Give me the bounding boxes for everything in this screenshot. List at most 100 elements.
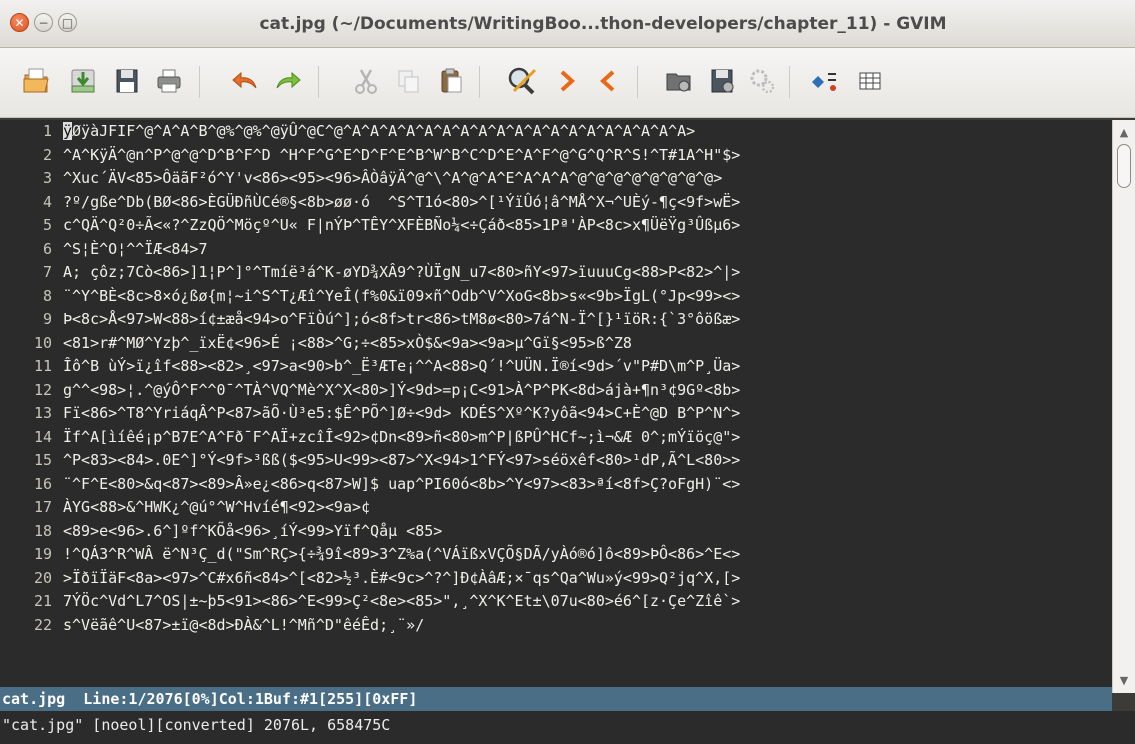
editor-line: 18 <89>e<96>.6^]ºf^KÕå<96>¸íÝ<99>Yïf^Qåµ … xyxy=(0,520,1112,544)
status-line: cat.jpg Line:1/2076[0%]Col:1Buf:#1[255][… xyxy=(0,687,1112,711)
toolbar-separator xyxy=(199,66,200,98)
line-text: ^S¦È^O¦^^ÏÆ<84>7 xyxy=(63,239,208,258)
editor-line: 17 ÀYG<88>&^HWK¿^@ú°^W^Hvíé¶<92><9a>¢ xyxy=(0,496,1112,520)
toolbar-separator xyxy=(789,66,790,98)
scroll-down-arrow-icon[interactable]: ▼ xyxy=(1116,674,1132,688)
toolbar-separator xyxy=(479,66,480,98)
toolbar-separator xyxy=(637,66,638,98)
line-number: 5 xyxy=(42,216,52,234)
save-disk-icon xyxy=(116,69,138,93)
find-previous-button[interactable] xyxy=(591,64,625,98)
load-session-button[interactable] xyxy=(662,64,696,98)
vertical-scrollbar[interactable]: ▲ ▼ xyxy=(1112,120,1135,693)
line-number: 10 xyxy=(33,333,52,352)
editor-line: 1 ÿØÿàJFIF^@^A^A^B^@%^@%^@ÿÛ^@C^@^A^A^A^A… xyxy=(0,120,1112,144)
command-line[interactable]: "cat.jpg" [noeol][converted] 2076L, 6584… xyxy=(0,711,1135,744)
open-file-button[interactable] xyxy=(20,64,54,98)
title-bar: ✕ − □ cat.jpg (~/Documents/WritingBoo...… xyxy=(0,0,1135,48)
save-button[interactable] xyxy=(110,64,144,98)
cut-icon xyxy=(355,69,377,94)
line-text: Ïf^A[ìíêé¡p^B7E^A^Fð¯F^AÏ+zcîÎ<92>¢Dn<89… xyxy=(63,427,741,446)
line-number: 16 xyxy=(33,474,52,493)
line-text: ØÿàJFIF^@^A^A^B^@%^@%^@ÿÛ^@C^@^A^A^A^A^A… xyxy=(72,122,696,140)
line-number: 22 xyxy=(33,615,52,634)
line-number: 14 xyxy=(33,427,52,446)
line-text: g^^<98>¦.^@ýÔ^F^^0¯^TÀ^VQ^Mè^X^X<80>]Ý<9… xyxy=(63,380,741,399)
editor-line: 13 Fï<86>^T8^YriáqÂ^P<87>ãÕ·Ù³e5:$Ê^PÕ^]Ø… xyxy=(0,402,1112,426)
editor-line: 7 A; çôz;7Cò<86>]1¦P^]°^Tmíë³á^K-øYD¾XÂ9^… xyxy=(0,261,1112,285)
undo-icon xyxy=(232,71,257,89)
toolbar-separator xyxy=(318,66,319,98)
line-text: ^P<83><84>.0E^]°Ý<9f>³ßß($<95>U<99><87>^… xyxy=(63,451,741,469)
find-next-button[interactable] xyxy=(550,64,584,98)
save-download-button[interactable] xyxy=(66,64,100,98)
line-number: 4 xyxy=(42,192,52,211)
line-number: 7 xyxy=(42,263,52,281)
scrollbar-thumb[interactable] xyxy=(1117,144,1131,188)
line-text: Þ<8c>Å<97>W<88>í¢±æå<94>o^FïÒú^];ó<8f>tr… xyxy=(63,310,741,328)
line-number: 8 xyxy=(42,286,52,305)
save-session-icon xyxy=(711,69,734,93)
line-number: 11 xyxy=(33,357,52,375)
table-button[interactable] xyxy=(853,64,887,98)
line-text: A; çôz;7Cò<86>]1¦P^]°^Tmíë³á^K-øYD¾XÂ9^?… xyxy=(63,263,741,281)
copy-icon xyxy=(398,70,419,93)
line-number: 2 xyxy=(42,145,52,164)
editor-line: 10 <81>r#^MØ^Yzþ^_ïxË¢<96>É ¡<88>^G;÷<85>… xyxy=(0,332,1112,356)
editor-line: 5 c^QÄ^Q²0÷Ã<«?^ZzQÖ^Möçº^U« F|nÝÞ^TÊY^XF… xyxy=(0,214,1112,238)
find-next-icon xyxy=(560,70,575,92)
editor-line: 21 7ÝÖc^Vd^L7^OS|±~þ5<91><86>^E<99>Ç²<8e>… xyxy=(0,590,1112,614)
editor-line: 14 Ïf^A[ìíêé¡p^B7E^A^Fð¯F^AÏ+zcîÎ<92>¢Dn<… xyxy=(0,426,1112,450)
line-number: 20 xyxy=(33,568,52,587)
line-text: 7ÝÖc^Vd^L7^OS|±~þ5<91><86>^E<99>Ç²<8e><8… xyxy=(63,592,741,610)
line-number: 21 xyxy=(33,592,52,610)
line-text: s^Vëãê^U<87>±ï@<8d>ÐÀ&^L!^Mñ^D"êéÊd;¸¨»/ xyxy=(63,615,425,634)
copy-button[interactable] xyxy=(392,64,426,98)
editor-line: 12 g^^<98>¦.^@ýÔ^F^^0¯^TÀ^VQ^Mè^X^X<80>]Ý… xyxy=(0,379,1112,403)
close-window-button[interactable]: ✕ xyxy=(10,13,29,32)
editor-line: 4 ?º/gße^Db(BØ<86>ÈGÜÐñÙCé®§<8b>øø·ó ^S^T… xyxy=(0,191,1112,215)
cursor: ÿ xyxy=(63,122,73,140)
redo-button[interactable] xyxy=(271,64,305,98)
scroll-up-arrow-icon[interactable]: ▲ xyxy=(1116,126,1132,140)
line-text: ?º/gße^Db(BØ<86>ÈGÜÐñÙCé®§<8b>øø·ó ^S^T1… xyxy=(63,192,741,211)
find-replace-icon xyxy=(508,67,537,95)
line-number: 3 xyxy=(42,169,52,187)
line-number: 13 xyxy=(33,404,52,422)
make-button[interactable] xyxy=(809,64,843,98)
line-text: <89>e<96>.6^]ºf^KÕå<96>¸íÝ<99>Yïf^Qåµ <8… xyxy=(63,521,443,540)
paste-button[interactable] xyxy=(434,64,468,98)
line-number: 17 xyxy=(33,498,52,516)
line-text: ^Xuc´ÄV<85>ÔäãF²ó^Y'v<86><95><96>ÂÒâÿÄ^@… xyxy=(63,169,723,187)
print-button[interactable] xyxy=(152,64,186,98)
line-number: 6 xyxy=(42,239,52,258)
gvim-window: ✕ − □ cat.jpg (~/Documents/WritingBoo...… xyxy=(0,0,1135,744)
undo-button[interactable] xyxy=(228,64,262,98)
line-text: ¨^Y^BÈ<8c>8×ó¿ßø{m¦~i^S^T¿Æî^YeÎ(f%0&ï09… xyxy=(63,286,741,305)
editor-line: 19 !^QÁ3^R^WÂ ë^N³Ç_d("Sm^RÇ>{÷¾9î<89>3^Z… xyxy=(0,543,1112,567)
run-script-icon xyxy=(750,69,775,94)
line-text: !^QÁ3^R^WÂ ë^N³Ç_d("Sm^RÇ>{÷¾9î<89>3^Z%a… xyxy=(63,545,741,563)
line-text: Îô^B ùÝ>ï¿îf<88><82>¸<97>a<90>b^_Ë³ÆTe¡^… xyxy=(63,357,741,375)
run-script-button[interactable] xyxy=(745,64,779,98)
paste-icon xyxy=(441,68,462,93)
line-text: c^QÄ^Q²0÷Ã<«?^ZzQÖ^Möçº^U« F|nÝÞ^TÊY^XFÈ… xyxy=(63,216,741,234)
save-session-button[interactable] xyxy=(705,64,739,98)
line-text: ¨^F^E<80>&q<87><89>Â»e¿<86>q<87>W]$ uap^… xyxy=(63,474,741,493)
make-icon xyxy=(812,73,836,91)
line-number: 1 xyxy=(42,122,52,140)
line-number: 12 xyxy=(33,380,52,399)
toolbar xyxy=(0,48,1135,118)
line-number: 19 xyxy=(33,545,52,563)
editor-text-area[interactable]: 1 ÿØÿàJFIF^@^A^A^B^@%^@%^@ÿÛ^@C^@^A^A^A^A… xyxy=(0,120,1112,687)
save-download-icon xyxy=(71,69,95,93)
editor-line: 16 ¨^F^E<80>&q<87><89>Â»e¿<86>q<87>W]$ ua… xyxy=(0,473,1112,497)
cut-button[interactable] xyxy=(349,64,383,98)
print-icon xyxy=(157,69,181,93)
minimize-window-button[interactable]: − xyxy=(34,13,53,32)
line-number: 18 xyxy=(33,521,52,540)
line-number: 15 xyxy=(33,451,52,469)
editor-line: 15 ^P<83><84>.0E^]°Ý<9f>³ßß($<95>U<99><87… xyxy=(0,449,1112,473)
find-replace-button[interactable] xyxy=(505,64,539,98)
maximize-window-button[interactable]: □ xyxy=(58,13,77,32)
